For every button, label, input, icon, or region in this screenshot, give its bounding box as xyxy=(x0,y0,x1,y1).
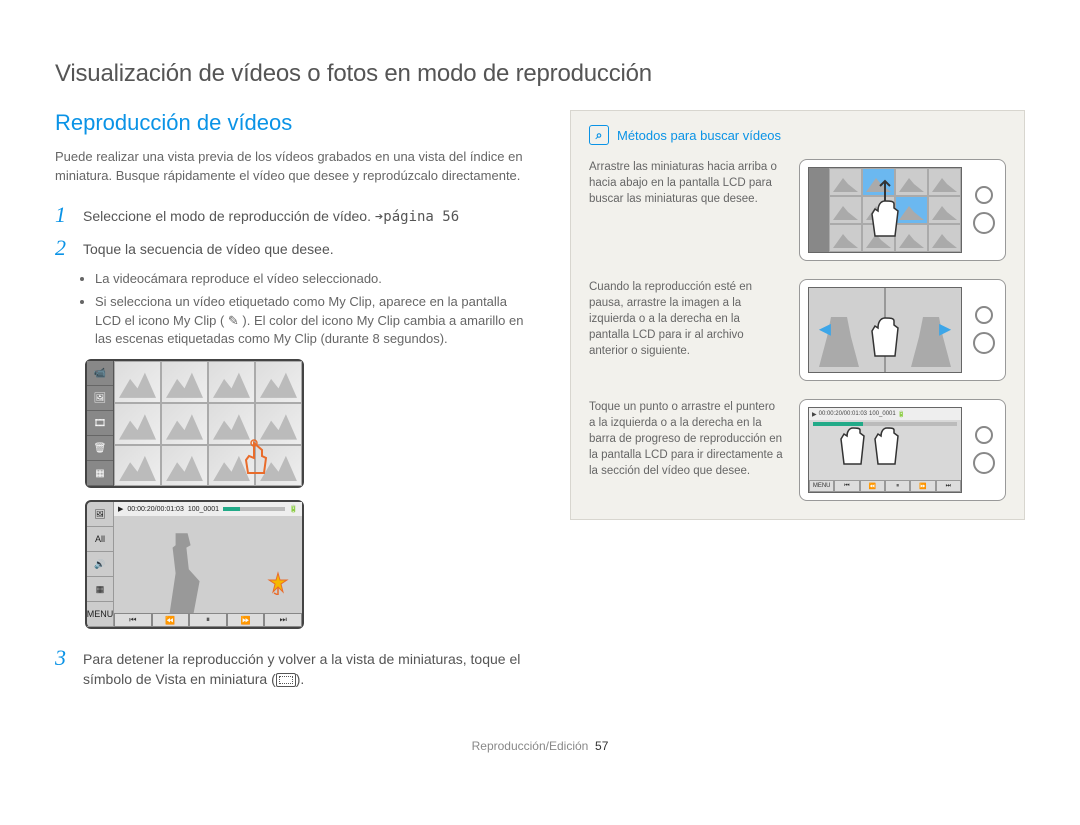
device-illustration xyxy=(799,159,1006,261)
bullet-item: Si selecciona un vídeo etiquetado como M… xyxy=(95,293,535,350)
footer-section: Reproducción/Edición xyxy=(472,739,589,753)
footer-page-number: 57 xyxy=(595,739,608,753)
menu-label: MENU xyxy=(87,602,113,627)
all-label: All xyxy=(87,527,113,552)
step-2: 2 Toque la secuencia de vídeo que desee. xyxy=(55,237,535,260)
method-2: Cuando la reproducción esté en pausa, ar… xyxy=(589,279,1006,381)
method-text: Toque un punto o arrastre el puntero a l… xyxy=(589,399,783,479)
battery-icon: 🔋 xyxy=(289,505,298,513)
record-button-icon xyxy=(973,332,995,354)
photo-mode-icon: 🖼 xyxy=(87,386,113,411)
forward-button: ⏩ xyxy=(910,480,935,492)
thumbnail-cell xyxy=(255,361,302,403)
player-illustration: 🖼 All 🔊 ▦ MENU ▶ 00:00:20/00:01:03 100_0… xyxy=(85,500,304,629)
swipe-gesture-icon xyxy=(860,308,910,373)
step-1: 1 Seleccione el modo de reproducción de … xyxy=(55,204,535,228)
player-time: 00:00:20/00:01:03 xyxy=(819,411,867,417)
thumbnail-view-icon xyxy=(276,673,296,687)
menu-label: MENU xyxy=(809,480,834,492)
step-3: 3 Para detener la reproducción y volver … xyxy=(55,647,535,689)
thumbnail-cell xyxy=(114,403,161,445)
tap-hand-icon xyxy=(234,438,274,478)
left-column: Reproducción de vídeos Puede realizar un… xyxy=(55,110,535,699)
photo-icon: 🖼 xyxy=(87,502,113,527)
step-number: 3 xyxy=(55,647,73,669)
player-clip-name: 100_0001 xyxy=(869,411,896,417)
pause-button: ⏸ xyxy=(189,613,227,627)
forward-button: ⏩ xyxy=(227,613,265,627)
page-title: Visualización de vídeos o fotos en modo … xyxy=(55,60,1025,88)
method-text: Arrastre las miniaturas hacia arriba o h… xyxy=(589,159,783,207)
page-footer: Reproducción/Edición 57 xyxy=(55,739,1025,753)
next-button: ⏭ xyxy=(264,613,302,627)
arrow-left-icon: ◄ xyxy=(815,319,835,342)
intro-paragraph: Puede realizar una vista previa de los v… xyxy=(55,148,535,186)
arrow-right-icon: ► xyxy=(935,319,955,342)
method-1: Arrastre las miniaturas hacia arriba o h… xyxy=(589,159,1006,261)
camcorder-icon: 📹 xyxy=(87,361,113,386)
thumbnail-cell xyxy=(161,361,208,403)
lens-icon xyxy=(975,306,993,324)
step-number: 2 xyxy=(55,237,73,259)
player-time: 00:00:20/00:01:03 xyxy=(127,506,183,513)
play-indicator-icon: ▶ xyxy=(118,505,123,513)
step-text: Toque la secuencia de vídeo que desee. xyxy=(83,237,334,260)
prev-button: ⏮ xyxy=(114,613,152,627)
battery-icon: 🔋 xyxy=(898,411,905,418)
methods-title: Métodos para buscar vídeos xyxy=(617,128,781,143)
method-text: Cuando la reproducción esté en pausa, ar… xyxy=(589,279,783,359)
scroll-gesture-icon xyxy=(860,176,910,251)
methods-box: ⌕ Métodos para buscar vídeos Arrastre la… xyxy=(570,110,1025,520)
right-column: ⌕ Métodos para buscar vídeos Arrastre la… xyxy=(570,110,1025,699)
trash-icon: 🗑 xyxy=(87,436,113,461)
device-illustration: ▶ 00:00:20/00:01:03 100_0001 🔋 MENU ⏮ ⏪ xyxy=(799,399,1006,501)
step-text: Seleccione el modo de reproducción de ví… xyxy=(83,204,459,228)
thumbnail-grid-illustration: 📹 🖼 🎞 🗑 ▦ xyxy=(85,359,304,488)
thumbnail-cell xyxy=(161,445,208,487)
device-illustration: ◄ ► xyxy=(799,279,1006,381)
thumbnail-cell xyxy=(208,361,255,403)
thumbnail-cell xyxy=(114,361,161,403)
seek-gesture-icon xyxy=(835,420,905,485)
search-tip-icon: ⌕ xyxy=(589,125,609,145)
record-button-icon xyxy=(973,452,995,474)
method-3: Toque un punto o arrastre el puntero a l… xyxy=(589,399,1006,501)
step-text: Para detener la reproducción y volver a … xyxy=(83,647,535,689)
thumbnail-cell xyxy=(161,403,208,445)
lens-icon xyxy=(975,426,993,444)
video-frame-silhouette xyxy=(152,533,212,613)
thumbnail-view-icon: ▦ xyxy=(87,577,113,602)
section-heading: Reproducción de vídeos xyxy=(55,110,535,136)
thumbnail-cell xyxy=(114,445,161,487)
thumbnail-view-icon: ▦ xyxy=(87,461,113,486)
rewind-button: ⏪ xyxy=(152,613,190,627)
step-number: 1 xyxy=(55,204,73,226)
bullet-item: La videocámara reproduce el vídeo selecc… xyxy=(95,270,535,289)
volume-icon: 🔊 xyxy=(87,552,113,577)
film-icon: 🎞 xyxy=(87,411,113,436)
next-button: ⏭ xyxy=(936,480,961,492)
record-button-icon xyxy=(973,212,995,234)
page-reference: ➔página 56 xyxy=(375,209,459,225)
myclip-star-icon xyxy=(266,571,290,595)
illustrations: 📹 🖼 🎞 🗑 ▦ xyxy=(85,359,535,629)
player-clip-name: 100_0001 xyxy=(188,506,219,513)
play-indicator-icon: ▶ xyxy=(812,411,817,418)
step-2-bullets: La videocámara reproduce el vídeo selecc… xyxy=(55,270,535,349)
lens-icon xyxy=(975,186,993,204)
progress-bar xyxy=(223,507,285,511)
